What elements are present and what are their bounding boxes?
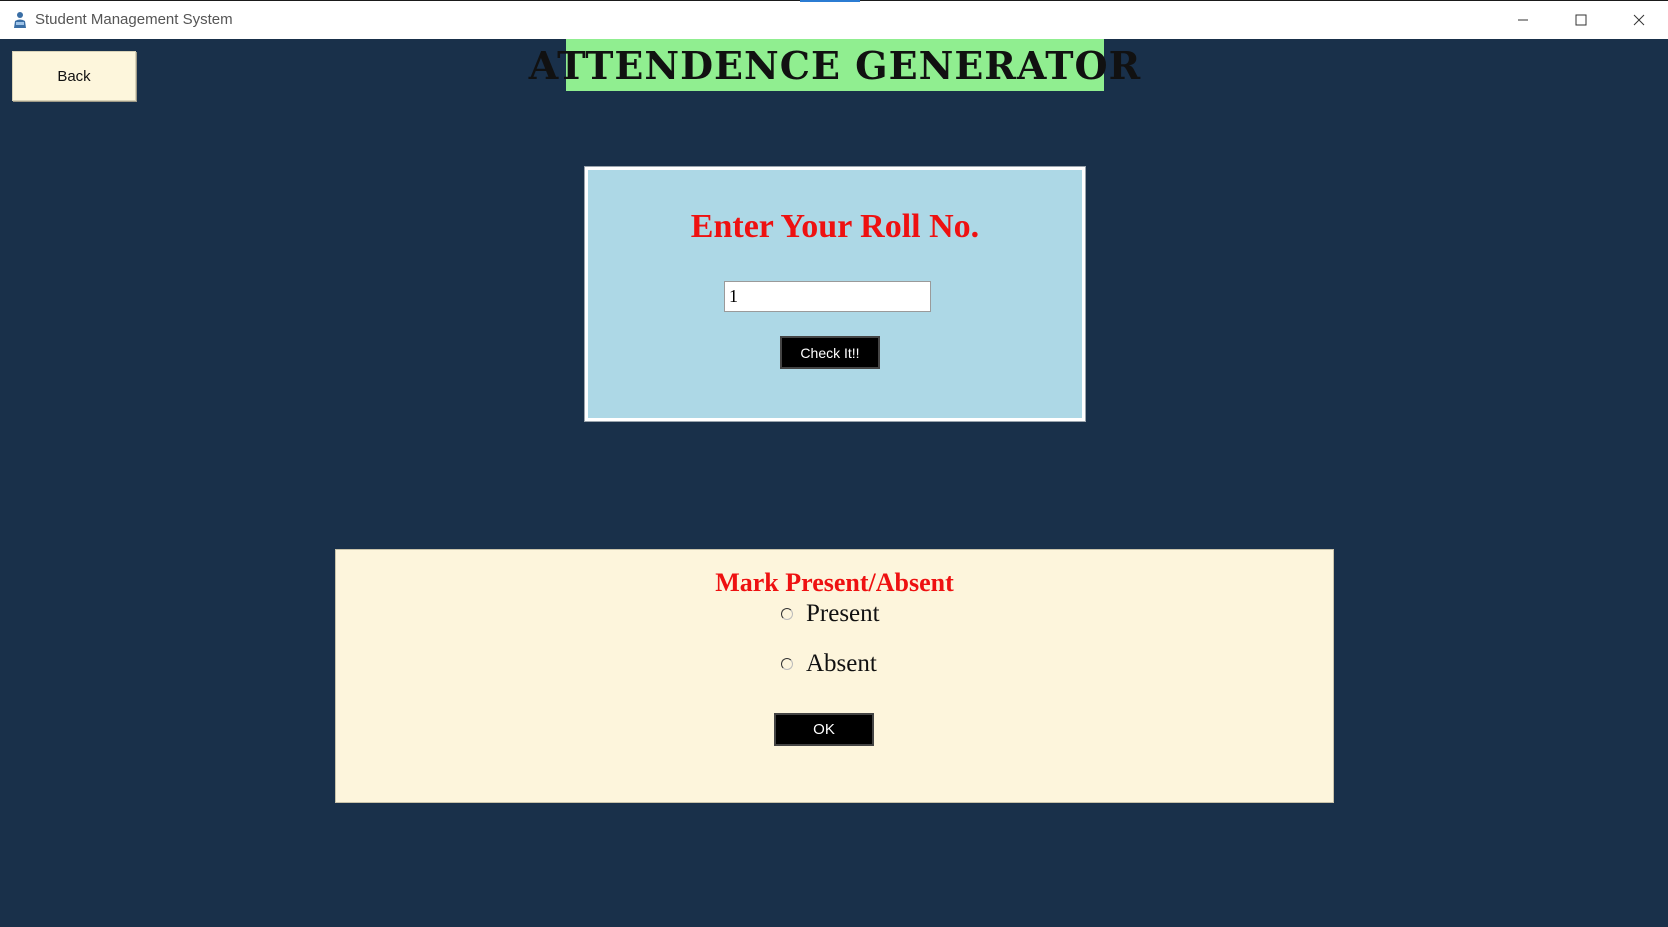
page-title: ATTENDENCE GENERATOR: [529, 39, 1140, 91]
check-button[interactable]: Check It!!: [780, 336, 880, 369]
minimize-button[interactable]: [1494, 1, 1552, 39]
taskbar-accent-strip: [800, 0, 860, 2]
window-title: Student Management System: [35, 11, 233, 28]
roll-number-heading: Enter Your Roll No.: [690, 208, 980, 245]
minimize-icon: [1517, 11, 1529, 30]
back-button[interactable]: Back: [12, 51, 136, 101]
maximize-icon: [1575, 11, 1587, 30]
title-bar[interactable]: Student Management System: [0, 0, 1668, 39]
mark-attendance-heading: Mark Present/Absent: [715, 568, 954, 597]
app-window: Student Management System Back ATTENDENC…: [0, 0, 1668, 927]
student-person-icon: [11, 11, 29, 29]
roll-number-panel: Enter Your Roll No. Check It!!: [584, 166, 1086, 422]
present-radio-option[interactable]: Present: [781, 600, 880, 628]
mark-attendance-panel: Mark Present/Absent Present Absent OK: [335, 549, 1334, 803]
ok-button[interactable]: OK: [774, 713, 874, 746]
absent-radio-label: Absent: [806, 650, 877, 677]
absent-radio-option[interactable]: Absent: [781, 650, 877, 678]
present-radio-label: Present: [806, 600, 880, 627]
maximize-button[interactable]: [1552, 1, 1610, 39]
main-content: Back ATTENDENCE GENERATOR Enter Your Rol…: [0, 39, 1668, 927]
close-button[interactable]: [1610, 1, 1668, 39]
roll-number-input[interactable]: [724, 281, 931, 312]
present-radio-button[interactable]: [781, 608, 793, 620]
absent-radio-button[interactable]: [781, 658, 793, 670]
close-icon: [1633, 11, 1645, 30]
